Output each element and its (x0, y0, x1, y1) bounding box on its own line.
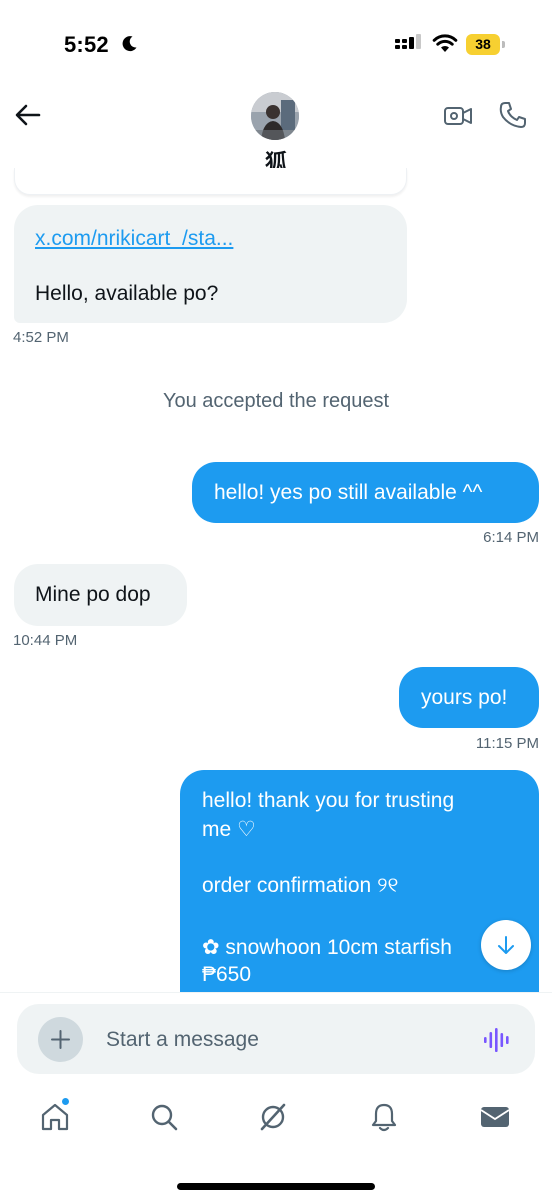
wifi-icon (432, 34, 458, 52)
message-text: hello! yes po still available ^^ (214, 481, 483, 504)
incoming-link-message[interactable]: x.com/nrikicart_/sta... Hello, available… (14, 205, 407, 323)
message-text: Hello, available po? (35, 282, 219, 305)
outgoing-message[interactable]: yours po! (399, 667, 539, 728)
message-timestamp: 11:15 PM (475, 735, 539, 752)
message-text: Mine po dop (35, 583, 151, 606)
message-text: yours po! (421, 686, 508, 709)
message-line: me ♡ (202, 818, 256, 841)
home-indicator (177, 1183, 375, 1190)
search-icon[interactable] (148, 1101, 180, 1133)
message-timestamp: 10:44 PM (13, 632, 78, 649)
contact-avatar[interactable] (251, 92, 299, 140)
voice-message-icon[interactable] (483, 1026, 511, 1054)
battery-level: 38 (475, 36, 491, 52)
phone-call-icon[interactable] (498, 100, 528, 130)
video-call-icon[interactable] (443, 101, 473, 131)
message-line: ✿ snowhoon 10cm starfish (202, 936, 452, 959)
message-line: ₱650 (202, 963, 252, 986)
notification-dot (61, 1097, 70, 1106)
scroll-to-bottom-button[interactable] (481, 920, 531, 970)
notifications-icon[interactable] (368, 1101, 400, 1133)
shared-link[interactable]: x.com/nrikicart_/sta... (35, 227, 233, 251)
moon-icon (122, 36, 137, 52)
grok-icon[interactable] (257, 1101, 289, 1133)
request-accepted-notice: You accepted the request (162, 390, 390, 412)
message-input[interactable] (106, 1022, 456, 1058)
message-timestamp: 4:52 PM (13, 329, 69, 346)
link-preview-card[interactable] (14, 168, 407, 195)
plus-icon (51, 1030, 70, 1049)
message-line: order confirmation ୨୧ (202, 874, 399, 897)
outgoing-message[interactable]: hello! yes po still available ^^ (192, 462, 539, 523)
arrow-down-icon (498, 936, 514, 954)
add-media-button[interactable] (38, 1017, 83, 1062)
cellular-signal-icon (395, 34, 421, 49)
battery-icon: 38 (466, 34, 506, 55)
status-time: 5:52 (64, 32, 109, 57)
incoming-message[interactable]: Mine po dop (14, 564, 187, 626)
message-timestamp: 6:14 PM (483, 529, 539, 546)
back-arrow-icon[interactable] (14, 101, 42, 129)
message-line: hello! thank you for trusting (202, 789, 455, 812)
status-bar: 5:52 38 (0, 0, 552, 90)
messages-icon[interactable] (479, 1101, 511, 1133)
outgoing-order-message[interactable]: hello! thank you for trusting me ♡ order… (180, 770, 539, 1010)
